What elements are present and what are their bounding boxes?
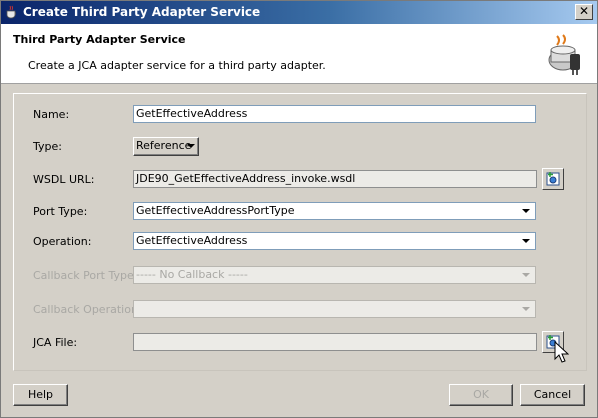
callback-port-type-label: Callback Port Type:	[33, 269, 138, 282]
jca-file-field[interactable]	[133, 333, 537, 351]
callback-operation-label: Callback Operation:	[33, 303, 142, 316]
find-wsdl-icon	[546, 172, 560, 186]
jca-file-label: JCA File:	[33, 336, 78, 349]
callback-operation-select	[133, 300, 536, 318]
type-dropdown[interactable]: Reference	[133, 137, 199, 156]
operation-label: Operation:	[33, 235, 92, 248]
port-type-value: GetEffectiveAddressPortType	[136, 204, 295, 217]
wsdl-url-label: WSDL URL:	[33, 173, 95, 186]
chevron-down-icon	[519, 267, 533, 283]
port-type-select[interactable]: GetEffectiveAddressPortType	[133, 202, 536, 220]
cancel-button[interactable]: Cancel	[520, 384, 585, 406]
name-input[interactable]: GetEffectiveAddress	[133, 105, 536, 123]
close-button[interactable]: ✕	[575, 4, 593, 20]
mouse-pointer-icon	[551, 340, 570, 370]
header-subtitle: Create a JCA adapter service for a third…	[28, 59, 326, 72]
wizard-header: Third Party Adapter Service Create a JCA…	[1, 24, 597, 84]
wsdl-url-field[interactable]: JDE90_GetEffectiveAddress_invoke.wsdl	[133, 170, 537, 188]
title-bar: Create Third Party Adapter Service ✕	[1, 1, 597, 24]
header-title: Third Party Adapter Service	[13, 33, 186, 46]
chevron-down-icon	[187, 144, 195, 148]
type-value: Reference	[136, 139, 192, 152]
chevron-down-icon	[519, 203, 533, 219]
adapter-plug-icon	[543, 32, 587, 76]
type-label: Type:	[33, 140, 62, 153]
callback-port-type-select: ----- No Callback -----	[133, 266, 536, 284]
chevron-down-icon	[519, 233, 533, 249]
chevron-down-icon	[519, 301, 533, 317]
ok-button: OK	[449, 384, 513, 406]
java-cup-icon	[4, 4, 20, 20]
help-button[interactable]: Help	[13, 384, 68, 406]
name-label: Name:	[33, 108, 70, 121]
dialog-title: Create Third Party Adapter Service	[23, 5, 261, 19]
operation-value: GetEffectiveAddress	[136, 234, 248, 247]
dialog-window: Create Third Party Adapter Service ✕ Thi…	[0, 0, 598, 418]
callback-port-type-value: ----- No Callback -----	[136, 268, 248, 281]
port-type-label: Port Type:	[33, 205, 88, 218]
wsdl-browse-button[interactable]	[542, 168, 564, 190]
operation-select[interactable]: GetEffectiveAddress	[133, 232, 536, 250]
